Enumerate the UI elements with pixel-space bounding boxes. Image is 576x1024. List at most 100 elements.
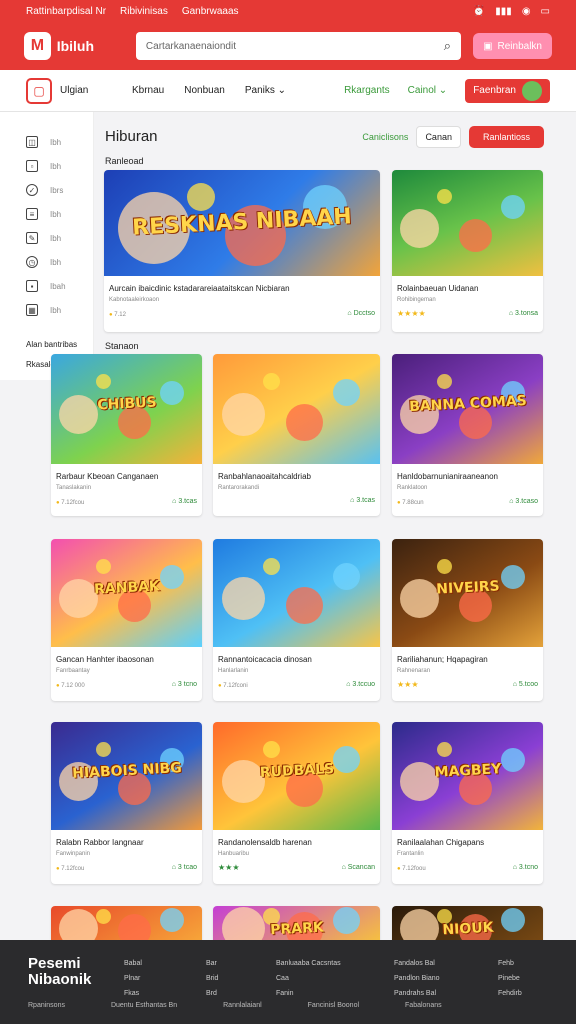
primary-filter-button[interactable]: Ranlantioss <box>468 126 544 148</box>
character-art <box>59 395 98 434</box>
footer-link[interactable]: Fehdirb <box>498 986 522 1001</box>
game-thumbnail[interactable]: RANBAK <box>51 539 202 647</box>
doc-icon: ▫ <box>26 160 38 172</box>
game-thumbnail[interactable] <box>213 354 380 464</box>
login-button[interactable]: ▣ Reinbalkn <box>473 33 552 59</box>
game-thumbnail[interactable] <box>213 539 380 647</box>
login-button-label: Reinbalkn <box>497 40 542 52</box>
sidebar-item-8[interactable]: ▦ Ibh <box>0 298 93 322</box>
footer-link[interactable]: Fandalos Bal <box>394 956 440 971</box>
footer-col-4: Fandalos Bal Pandlon Biano Pandrahs Bal <box>394 956 440 1001</box>
game-card[interactable]: BANNA COMAS Hanldobarnunianiraaneanon Rank… <box>392 354 543 516</box>
game-thumbnail[interactable]: RUDBALS <box>213 722 380 830</box>
nav-right-link-b[interactable]: Cainol ⌄ <box>408 85 448 96</box>
game-card[interactable]: Rolainbaeuan Uidanan Rohibingeman ★★★★ ⌂ 3.… <box>392 170 543 332</box>
footer-bottom-link[interactable]: Fabalonans <box>405 1002 442 1009</box>
character-art <box>501 565 525 589</box>
avatar[interactable] <box>522 80 542 101</box>
character-art <box>222 393 265 436</box>
game-card[interactable]: RUDBALS Randanolensaldb harenan Hanbuaribu… <box>213 722 380 884</box>
app-logo[interactable]: M <box>24 32 51 60</box>
game-thumbnail[interactable]: MAGBEY <box>392 722 543 830</box>
game-thumbnail[interactable]: BANNA COMAS <box>392 354 543 464</box>
game-card[interactable]: NIVEIRS Rariliahanun; Hqapagiran Rahnenara… <box>392 539 543 701</box>
footer-link[interactable]: Pandrahs Bal <box>394 986 440 1001</box>
game-card[interactable]: RESKNAS NIBAAH Aurcain ibaicdinic kstadar… <box>104 170 380 332</box>
sidebar-item-5[interactable]: ✎ Ibh <box>0 226 93 250</box>
game-stat-value: 3.tonsa <box>515 310 538 317</box>
game-thumbnail[interactable]: CHIBUS <box>51 354 202 464</box>
footer-link[interactable]: Babal <box>124 956 142 971</box>
footer-link[interactable]: Plnar <box>124 971 142 986</box>
footer-col-3: Banluaaba Cacsntas Caa Fanin <box>276 956 341 1001</box>
game-title[interactable]: Rariliahanun; Hqapagiran <box>392 655 543 664</box>
game-card[interactable]: MAGBEY Ranilaalahan Chigapans Frantanlin ● … <box>392 722 543 884</box>
play-button[interactable]: Faenbran <box>465 78 550 103</box>
game-rating: ★★★ <box>218 863 342 872</box>
footer-link[interactable]: Fanin <box>276 986 341 1001</box>
status-bar: Rattinbarpdisal Nr Ribivinisas Ganbrwaaa… <box>0 0 576 22</box>
footer-link[interactable]: Bar <box>206 956 218 971</box>
game-stat: ⌂ Dcctso <box>347 310 375 317</box>
filter-button[interactable]: Canan <box>416 126 461 148</box>
footer-link[interactable]: Pandlon Biano <box>394 971 440 986</box>
game-meta-row: ★★★ ⌂ Scancan <box>213 863 380 872</box>
game-title[interactable]: Ralabn Rabbor Iangnaar <box>51 838 202 847</box>
filter-link[interactable]: Caniclisons <box>362 132 408 142</box>
game-title[interactable]: Ranilaalahan Chigapans <box>392 838 543 847</box>
game-thumbnail[interactable]: RESKNAS NIBAAH <box>104 170 380 276</box>
game-title[interactable]: Rolainbaeuan Uidanan <box>392 284 543 293</box>
footer-link[interactable]: Brid <box>206 971 218 986</box>
footer-bottom-link[interactable]: Rannlalaianl <box>223 1002 262 1009</box>
game-stat-value: 3.tcas <box>356 497 375 504</box>
footer-bottom-link[interactable]: Rpaninsons <box>28 1002 65 1009</box>
character-art <box>59 579 98 618</box>
game-thumbnail[interactable]: NIVEIRS <box>392 539 543 647</box>
wifi-icon: ◉ <box>521 5 531 17</box>
game-meta-row: ● 7.12 000 ⌂ 3 tcno <box>51 680 202 689</box>
nav-link-1[interactable]: Kbrnau <box>132 85 164 96</box>
game-card[interactable]: RANBAK Gancan Hanhter ibaosonan Fanrbaanta… <box>51 539 202 701</box>
game-title[interactable]: Ranbahlanaoaitahcaldriab <box>213 472 380 481</box>
footer-link[interactable]: Brd <box>206 986 218 1001</box>
sidebar-item-1[interactable]: ◫ Ibh <box>0 130 93 154</box>
sidebar-item-4[interactable]: ≡ Ibh <box>0 202 93 226</box>
game-title[interactable]: Gancan Hanhter ibaosonan <box>51 655 202 664</box>
game-card[interactable]: Ranbahlanaoaitahcaldriab Rantarorakandi ⌂ … <box>213 354 380 516</box>
game-title[interactable]: Randanolensaldb harenan <box>213 838 380 847</box>
sidebar-footer-link-a[interactable]: Alan bantribas <box>26 340 77 349</box>
character-art <box>400 209 439 248</box>
sidebar-item-3[interactable]: ✓ Ibrs <box>0 178 93 202</box>
game-thumbnail[interactable]: HIABOIS NIBG <box>51 722 202 830</box>
game-title[interactable]: Rarbaur Kbeoan Canganaen <box>51 472 202 481</box>
nav-link-3[interactable]: Paniks ⌄ <box>245 85 286 96</box>
search-input[interactable]: Cartarkanaenaiondit ⌕ <box>135 32 462 60</box>
sidebar-item-6[interactable]: ◷ Ibh <box>0 250 93 274</box>
nav-right-link-a[interactable]: Rkargants <box>344 85 390 96</box>
nav-link-2[interactable]: Nonbuan <box>184 85 225 96</box>
chat-icon[interactable]: ▢ <box>26 77 52 104</box>
footer-link[interactable]: Banluaaba Cacsntas <box>276 956 341 971</box>
sidebar-item-2[interactable]: ▫ Ibh <box>0 154 93 178</box>
sidebar: ◫ Ibh ▫ Ibh ✓ Ibrs ≡ Ibh ✎ Ibh ◷ Ibh ▪ Ibah ▦ Ib… <box>0 112 94 380</box>
footer-link[interactable]: Caa <box>276 971 341 986</box>
footer-link[interactable]: Fkas <box>124 986 142 1001</box>
search-icon[interactable]: ⌕ <box>444 38 451 54</box>
footer-link[interactable]: Pinebe <box>498 971 522 986</box>
game-meta-row: ● 7.12fcou ⌂ 3 tcao <box>51 863 202 872</box>
game-title[interactable]: Hanldobarnunianiraaneanon <box>392 472 543 481</box>
game-rating-value: 7.12 <box>114 312 126 318</box>
footer-brand-line-2: Nibaonik <box>28 971 92 988</box>
game-thumbnail[interactable] <box>392 170 543 276</box>
game-title[interactable]: Rannantoicacacia dinosan <box>213 655 380 664</box>
game-card[interactable]: Rannantoicacacia dinosan Hanlarlanin ● 7.1… <box>213 539 380 701</box>
character-art <box>160 565 184 589</box>
footer-link[interactable]: Fehb <box>498 956 522 971</box>
game-card[interactable]: CHIBUS Rarbaur Kbeoan Canganaen Tanaslakan… <box>51 354 202 516</box>
game-card[interactable]: HIABOIS NIBG Ralabn Rabbor Iangnaar Fanwin… <box>51 722 202 884</box>
footer-bottom-link[interactable]: Duentu Esthantas Bn <box>111 1002 177 1009</box>
game-title[interactable]: Aurcain ibaicdinic kstadarareiaataitskca… <box>104 284 380 293</box>
character-art <box>501 908 525 932</box>
footer-bottom-link[interactable]: Fancinisl Boonol <box>308 1002 359 1009</box>
sidebar-item-7[interactable]: ▪ Ibah <box>0 274 93 298</box>
